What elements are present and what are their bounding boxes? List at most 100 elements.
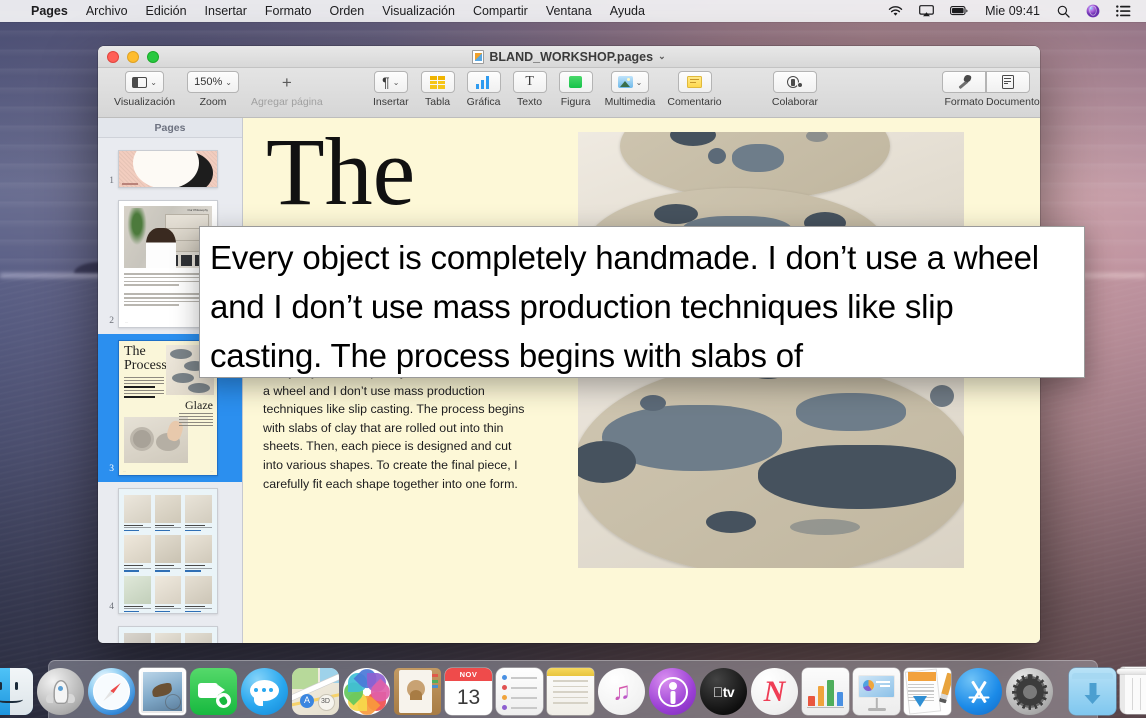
media-photo-icon	[618, 76, 633, 88]
clay-slabs-photo-top[interactable]	[578, 132, 964, 232]
toolbar-view-button[interactable]: ⌄ Visualización	[108, 71, 181, 108]
chevron-down-icon[interactable]: ⌄	[658, 51, 666, 62]
document-title[interactable]: BLAND_WORKSHOP.pages	[489, 50, 653, 64]
menu-item-ayuda[interactable]: Ayuda	[601, 0, 654, 22]
list-item[interactable]: 5	[98, 620, 242, 643]
toolbar-table-label: Tabla	[425, 96, 450, 108]
dock-item-system-preferences[interactable]	[1006, 668, 1053, 715]
control-center-icon[interactable]	[1109, 5, 1138, 17]
comment-note-icon	[687, 76, 702, 88]
dock-item-launchpad[interactable]	[37, 668, 84, 715]
toolbar-insert-button[interactable]: ¶ ⌄ Insertar	[367, 71, 415, 108]
toolbar-shape-label: Figura	[561, 96, 591, 108]
dock-item-news[interactable]: N	[751, 668, 798, 715]
toolbar-zoom-button[interactable]: 150% ⌄ Zoom	[181, 71, 245, 108]
siri-icon[interactable]	[1079, 4, 1107, 18]
document-canvas[interactable]: The Every object is completely handmade.…	[243, 118, 1040, 643]
page-body-text[interactable]: Every object is completely handmade. I d…	[263, 363, 533, 493]
menu-item-pages[interactable]: Pages	[22, 0, 77, 22]
zoom-button[interactable]	[147, 51, 159, 63]
toolbar-media-button[interactable]: ⌄ Multimedia	[599, 71, 662, 108]
toolbar-add-page-button[interactable]: + Agregar página	[245, 71, 329, 108]
toolbar-format-button[interactable]	[942, 71, 986, 93]
dock-item-app-store[interactable]	[955, 668, 1002, 715]
menu-item-ventana[interactable]: Ventana	[537, 0, 601, 22]
menu-item-edicion[interactable]: Edición	[137, 0, 196, 22]
menu-item-archivo[interactable]: Archivo	[77, 0, 137, 22]
toolbar-document-button[interactable]	[986, 71, 1030, 93]
shape-square-icon	[569, 76, 582, 88]
chevron-down-icon: ⌄	[225, 78, 232, 87]
dock-item-messages[interactable]	[241, 668, 288, 715]
menu-bar: Pages Archivo Edición Insertar Formato O…	[0, 0, 1146, 22]
toolbar-view-label: Visualización	[114, 96, 175, 108]
toolbar-shape-button[interactable]: Figura	[553, 71, 599, 108]
menu-bar-clock[interactable]: Mie 09:41	[977, 4, 1048, 18]
dock-item-calendar[interactable]: NOV 13	[445, 668, 492, 715]
page-title[interactable]: The	[266, 122, 415, 222]
toolbar-text-button[interactable]: T Texto	[507, 71, 553, 108]
dock-item-contacts[interactable]	[394, 668, 441, 715]
toolbar-table-button[interactable]: Tabla	[415, 71, 461, 108]
calendar-day: 13	[445, 681, 492, 715]
toolbar-chart-label: Gráfica	[467, 96, 501, 108]
dock-item-music[interactable]: ♫	[598, 668, 645, 715]
page-thumbnail-1[interactable]	[118, 150, 218, 188]
airplay-icon[interactable]	[912, 5, 941, 17]
toolbar-chart-button[interactable]: Gráfica	[461, 71, 507, 108]
minimize-button[interactable]	[127, 51, 139, 63]
dock-item-trash[interactable]	[1120, 667, 1146, 714]
dock-item-notes[interactable]	[547, 668, 594, 715]
dock-item-facetime[interactable]	[190, 668, 237, 715]
thumbnail-page-number: 1	[98, 176, 118, 188]
page-thumbnail-4[interactable]: ......	[118, 488, 218, 614]
chevron-down-icon: ⌄	[150, 78, 157, 87]
document-page[interactable]: The Every object is completely handmade.…	[243, 118, 1040, 643]
format-brush-icon	[956, 75, 972, 89]
dock: NOV 13 ♫ tv N	[48, 660, 1098, 718]
window-controls	[98, 51, 159, 63]
toolbar-document-label: Documento	[986, 96, 1030, 108]
toolbar-format-label: Formato	[942, 96, 986, 108]
dock-item-finder[interactable]	[0, 668, 33, 715]
dock-item-safari[interactable]	[88, 668, 135, 715]
dock-item-reminders[interactable]	[496, 668, 543, 715]
thumbnail-page-number: 2	[98, 316, 118, 328]
calendar-month: NOV	[445, 668, 492, 681]
page-thumbnail-5[interactable]	[118, 626, 218, 643]
table-icon	[430, 76, 445, 89]
dock-item-apple-tv[interactable]: tv	[700, 668, 747, 715]
menu-item-compartir[interactable]: Compartir	[464, 0, 537, 22]
list-item[interactable]: 4 ......	[98, 482, 242, 620]
menu-item-insertar[interactable]: Insertar	[196, 0, 256, 22]
menu-item-formato[interactable]: Formato	[256, 0, 321, 22]
running-indicator	[926, 715, 930, 716]
search-icon[interactable]	[1050, 5, 1077, 18]
apple-logo-icon[interactable]	[6, 11, 22, 12]
dock-item-mail[interactable]	[139, 668, 186, 715]
page-thumbnails-sidebar[interactable]: Pages 1 2 Our Philosophy	[98, 118, 243, 643]
toolbar-comment-button[interactable]: Comentario	[661, 71, 727, 108]
close-button[interactable]	[107, 51, 119, 63]
dock-item-pages[interactable]	[904, 668, 951, 715]
dock-item-keynote[interactable]	[853, 668, 900, 715]
dock-item-downloads[interactable]	[1069, 668, 1116, 715]
battery-icon[interactable]	[943, 6, 975, 16]
view-panels-icon	[132, 77, 147, 88]
toolbar-text-label: Texto	[517, 96, 542, 108]
toolbar-collaborate-button[interactable]: Colaborar	[766, 71, 824, 108]
chevron-down-icon: ⌄	[393, 78, 400, 87]
menu-item-visualizacion[interactable]: Visualización	[373, 0, 464, 22]
dock-item-numbers[interactable]	[802, 668, 849, 715]
chevron-down-icon: ⌄	[636, 78, 643, 87]
dock-item-maps[interactable]	[292, 668, 339, 715]
dock-item-podcasts[interactable]	[649, 668, 696, 715]
thumb3-title-line1: The	[124, 344, 146, 359]
menu-item-orden[interactable]: Orden	[320, 0, 373, 22]
pages-toolbar: ⌄ Visualización 150% ⌄ Zoom + Agregar pá…	[98, 68, 1040, 118]
wifi-icon[interactable]	[881, 6, 910, 17]
thumb3-glaze-label: Glaze	[185, 398, 213, 413]
toolbar-insert-label: Insertar	[373, 96, 409, 108]
dock-item-photos[interactable]	[343, 668, 390, 715]
list-item[interactable]: 1	[98, 144, 242, 194]
